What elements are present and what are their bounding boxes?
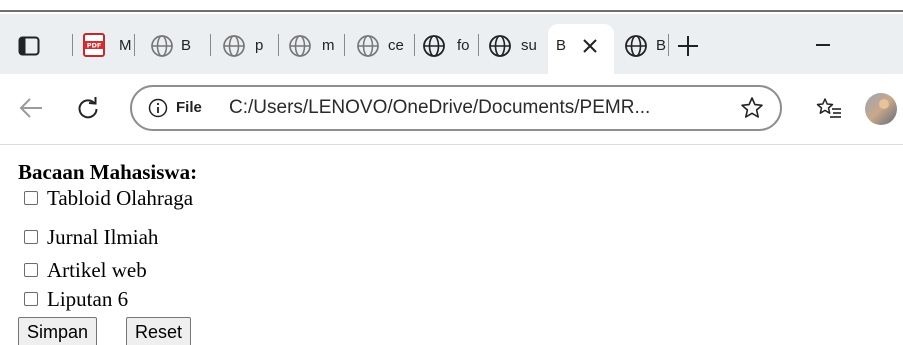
refresh-icon[interactable] bbox=[76, 96, 100, 120]
tab-separator bbox=[278, 34, 279, 56]
globe-icon[interactable] bbox=[288, 34, 312, 58]
globe-icon[interactable] bbox=[222, 34, 246, 58]
globe-icon[interactable] bbox=[150, 34, 174, 58]
option-label: Jurnal Ilmiah bbox=[47, 225, 159, 249]
browser-chrome: PDF M B p m ce fo su B B File C:/Users/L… bbox=[0, 0, 903, 145]
option-artikel-web[interactable]: Artikel web bbox=[24, 257, 147, 283]
checkbox[interactable] bbox=[24, 191, 38, 206]
tab-separator bbox=[668, 34, 669, 56]
tab-title-fragment[interactable]: B bbox=[181, 34, 191, 58]
info-icon[interactable] bbox=[148, 98, 168, 118]
checkbox[interactable] bbox=[24, 292, 38, 307]
window-top-border bbox=[0, 0, 903, 12]
option-tabloid-olahraga[interactable]: Tabloid Olahraga bbox=[24, 185, 193, 211]
back-arrow-icon[interactable] bbox=[18, 97, 44, 119]
active-tab[interactable]: B bbox=[548, 24, 614, 74]
tab-separator bbox=[414, 34, 415, 56]
globe-icon[interactable] bbox=[356, 34, 380, 58]
globe-icon[interactable] bbox=[488, 34, 512, 58]
option-jurnal-ilmiah[interactable]: Jurnal Ilmiah bbox=[24, 224, 158, 250]
tab-separator bbox=[344, 34, 345, 56]
profile-avatar-icon[interactable] bbox=[864, 92, 903, 126]
site-scheme-label[interactable]: File bbox=[176, 96, 202, 120]
tab-title-fragment[interactable]: ce bbox=[388, 34, 406, 58]
tab-actions-icon[interactable] bbox=[18, 36, 40, 56]
svg-text:PDF: PDF bbox=[87, 42, 102, 50]
tab-title-fragment[interactable]: m bbox=[322, 34, 336, 58]
tab-separator bbox=[210, 34, 211, 56]
form-heading: Bacaan Mahasiswa: bbox=[18, 160, 198, 184]
tab-title-fragment[interactable]: p bbox=[255, 34, 267, 58]
favorites-icon[interactable] bbox=[816, 97, 842, 121]
close-icon[interactable] bbox=[582, 38, 598, 54]
tab-separator bbox=[72, 34, 73, 56]
tab-separator bbox=[478, 34, 479, 56]
tab-separator bbox=[134, 34, 135, 56]
tab-title-fragment: B bbox=[556, 37, 567, 54]
tab-title-fragment[interactable]: B bbox=[656, 34, 666, 58]
tab-title-fragment[interactable]: su bbox=[521, 34, 537, 58]
option-label: Liputan 6 bbox=[47, 287, 129, 311]
reset-button[interactable]: Reset bbox=[126, 317, 192, 345]
page-content: Bacaan Mahasiswa: Tabloid Olahraga Jurna… bbox=[0, 145, 903, 345]
tab-strip bbox=[0, 14, 903, 74]
tab-title-fragment[interactable]: M bbox=[119, 34, 131, 58]
url-text[interactable]: C:/Users/LENOVO/OneDrive/Documents/PEMR.… bbox=[229, 96, 711, 120]
star-icon[interactable] bbox=[740, 96, 764, 120]
pdf-icon[interactable]: PDF bbox=[82, 33, 106, 57]
checkbox[interactable] bbox=[24, 230, 38, 245]
globe-icon[interactable] bbox=[422, 34, 446, 58]
option-label: Artikel web bbox=[47, 258, 147, 282]
globe-icon[interactable] bbox=[624, 34, 648, 58]
option-label: Tabloid Olahraga bbox=[47, 186, 194, 210]
new-tab-icon[interactable] bbox=[676, 34, 700, 58]
option-liputan-6[interactable]: Liputan 6 bbox=[24, 286, 128, 312]
minimize-icon[interactable] bbox=[816, 44, 830, 46]
simpan-button[interactable]: Simpan bbox=[18, 317, 98, 345]
tab-title-fragment[interactable]: fo bbox=[457, 34, 471, 58]
checkbox[interactable] bbox=[24, 263, 38, 278]
